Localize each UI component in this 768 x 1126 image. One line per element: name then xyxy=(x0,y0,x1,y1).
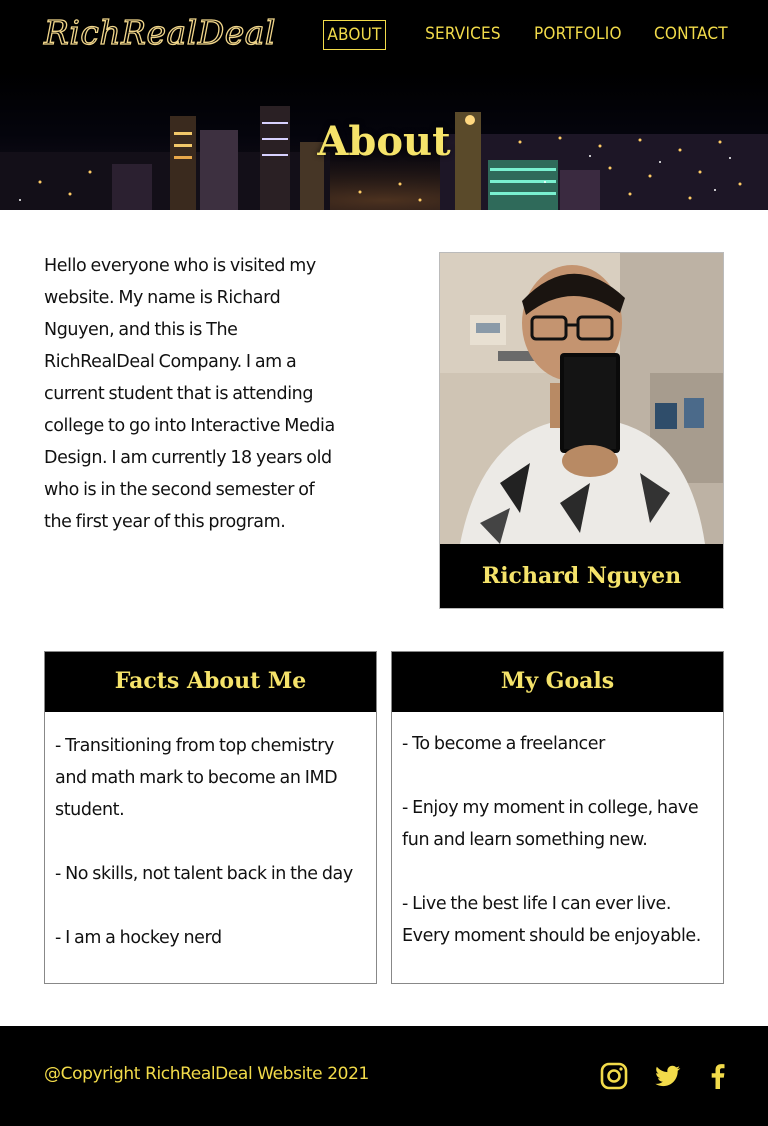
facts-title: Facts About Me xyxy=(45,652,376,712)
facts-box: Facts About Me - Transitioning from top … xyxy=(44,651,377,984)
list-item: - No skills, not talent back in the day xyxy=(55,864,353,884)
list-item: - Transitioning from top chemistry and m… xyxy=(55,736,338,820)
profile-photo-illustration xyxy=(440,253,723,544)
nav-item-about[interactable]: ABOUT xyxy=(323,20,386,50)
facebook-icon[interactable] xyxy=(704,1062,732,1090)
goals-box: My Goals - To become a freelancer - Enjo… xyxy=(391,651,724,984)
nav-item-services[interactable]: SERVICES xyxy=(424,20,502,50)
site-footer: @Copyright RichRealDeal Website 2021 xyxy=(0,1026,768,1126)
page-title: About xyxy=(317,118,451,165)
nav-item-contact[interactable]: CONTACT xyxy=(654,20,728,50)
goals-title: My Goals xyxy=(392,652,723,712)
hero-banner: About xyxy=(0,72,768,210)
site-logo[interactable]: RichRealDeal xyxy=(43,10,276,56)
profile-photo xyxy=(440,253,723,544)
facts-list: - Transitioning from top chemistry and m… xyxy=(45,712,376,954)
copyright-text: @Copyright RichRealDeal Website 2021 xyxy=(44,1064,369,1084)
nav-item-portfolio[interactable]: PORTFOLIO xyxy=(534,20,621,50)
intro-paragraph: Hello everyone who is visited my website… xyxy=(44,256,335,532)
goals-list: - To become a freelancer - Enjoy my mome… xyxy=(392,712,723,952)
profile-card: Richard Nguyen xyxy=(439,252,724,609)
list-item: - Enjoy my moment in college, have fun a… xyxy=(402,798,699,850)
twitter-icon[interactable] xyxy=(654,1062,682,1090)
top-navigation: RichRealDeal ABOUT SERVICES PORTFOLIO CO… xyxy=(0,0,768,72)
list-item: - To become a freelancer xyxy=(402,734,605,754)
profile-name: Richard Nguyen xyxy=(481,563,682,589)
list-item: - Live the best life I can ever live. Ev… xyxy=(402,894,701,946)
instagram-icon[interactable] xyxy=(600,1062,628,1090)
list-item: - I am a hockey nerd xyxy=(55,928,222,948)
